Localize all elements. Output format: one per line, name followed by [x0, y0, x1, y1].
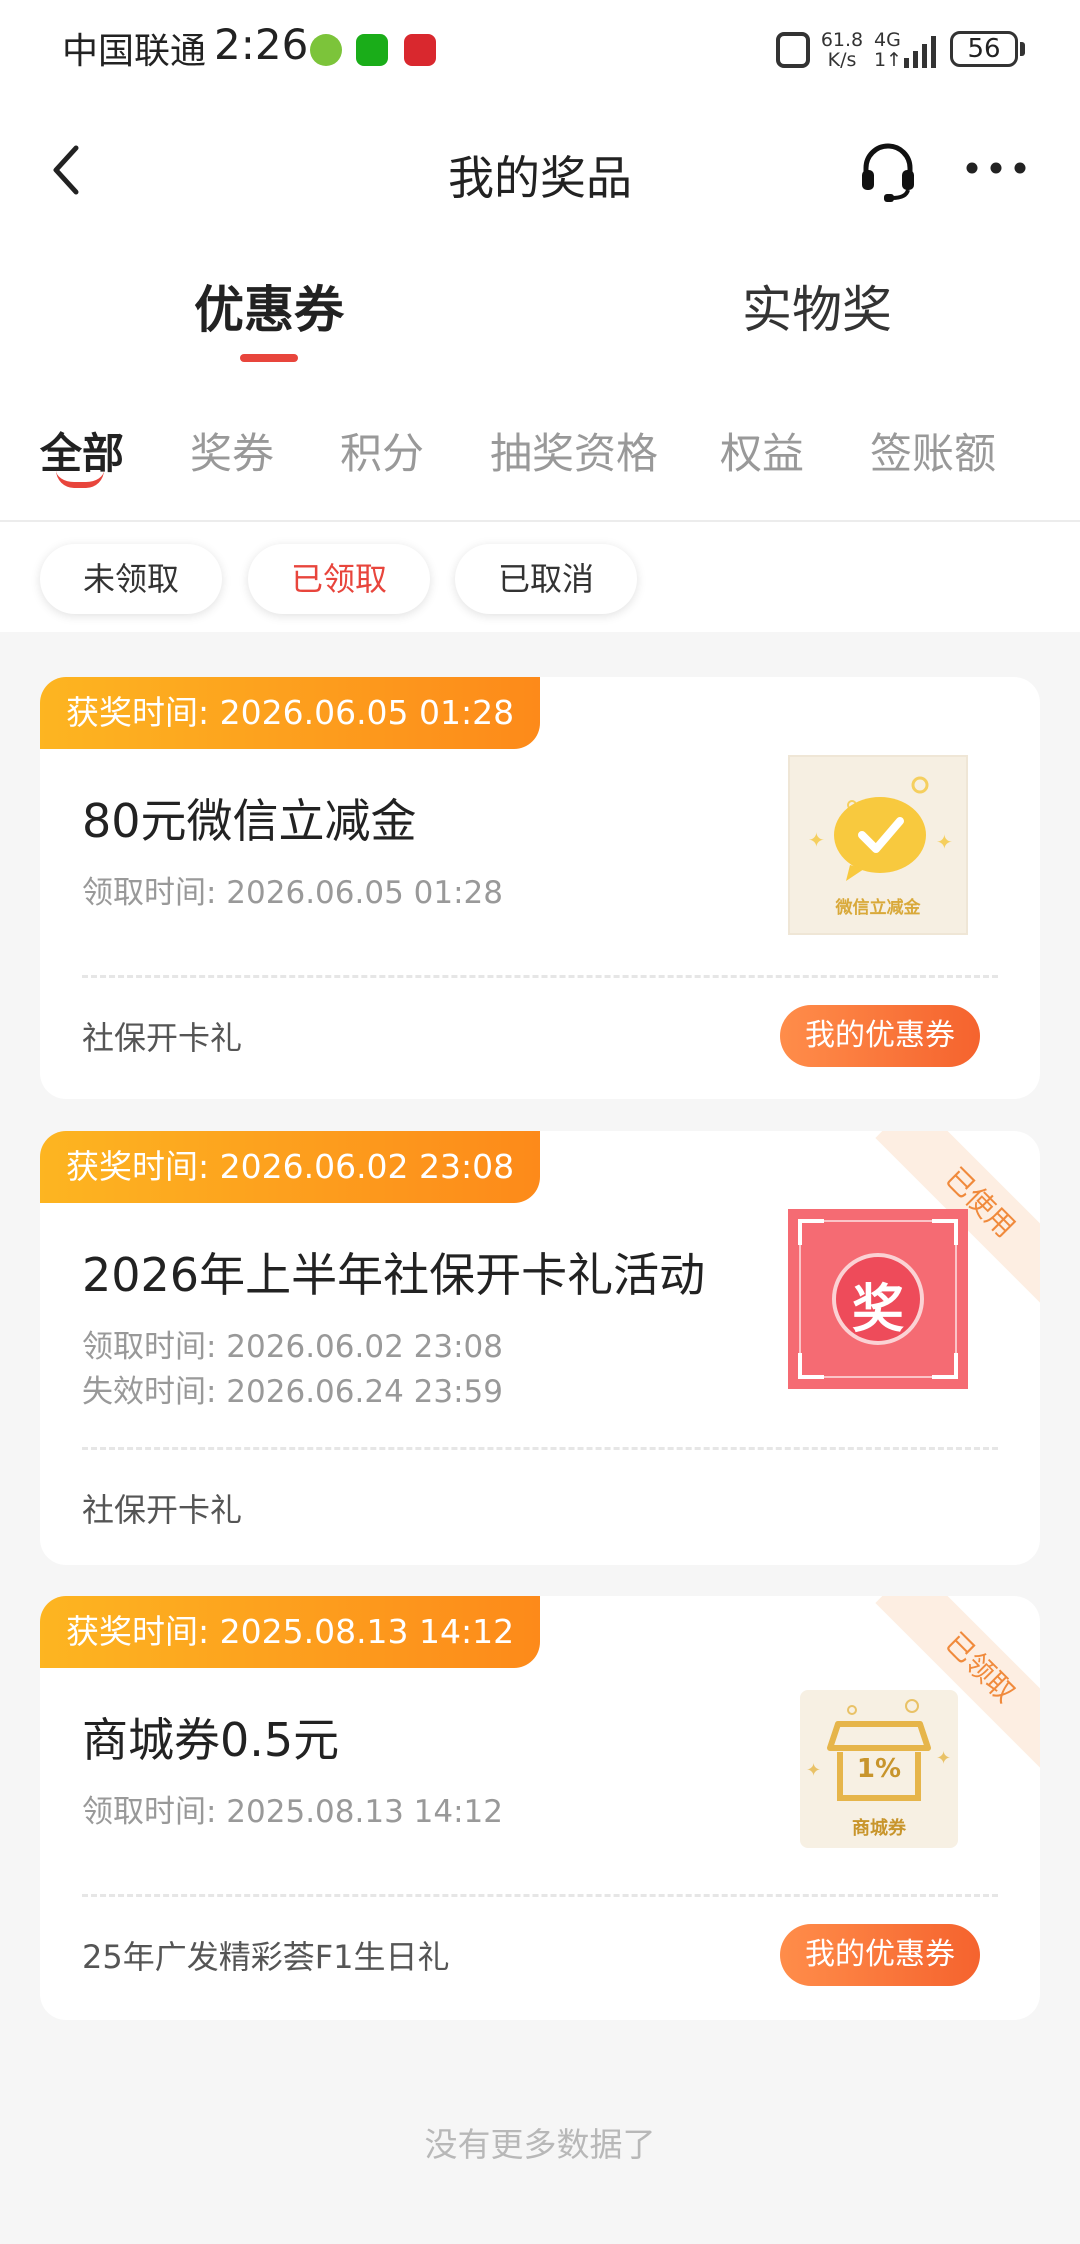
- filter-cancelled[interactable]: 已取消: [455, 544, 637, 614]
- thumbnail-percent: 1%: [846, 1754, 912, 1784]
- subtab-points[interactable]: 积分: [340, 420, 424, 481]
- main-tab-indicator: [240, 354, 298, 362]
- network-type: 4G 1↑: [874, 30, 902, 70]
- card-divider: [82, 975, 998, 978]
- svg-text:✦: ✦: [936, 1748, 951, 1769]
- my-coupons-button[interactable]: 我的优惠券: [780, 1005, 980, 1067]
- award-time-badge: 获奖时间: 2025.08.13 14:12: [40, 1596, 541, 1668]
- headset-icon: [862, 143, 914, 202]
- network-speed-value: 61.8: [820, 29, 864, 51]
- nfc-icon: [776, 32, 810, 68]
- prize-source: 25年广发精彩荟F1生日礼: [82, 1938, 450, 1976]
- page-title: 我的奖品: [448, 151, 632, 205]
- prize-card[interactable]: 获奖时间: 2026.06.05 01:28 80元微信立减金 领取时间: 20…: [40, 677, 1040, 1099]
- award-time-badge: 获奖时间: 2026.06.05 01:28: [40, 677, 541, 749]
- battery-level: 56: [950, 31, 1018, 67]
- storefront-icon: ✦ ✦: [806, 1699, 951, 1801]
- subtab-lottery-eligibility[interactable]: 抽奖资格: [490, 420, 658, 481]
- tab-coupons[interactable]: 优惠券: [194, 270, 344, 342]
- battery-icon: [1020, 42, 1025, 56]
- mall-coupon-thumbnail: ✦ ✦ 1% 商城券: [800, 1690, 958, 1848]
- claim-time: 领取时间: 2025.08.13 14:12: [82, 1794, 503, 1830]
- network-speed: 61.8 K/s: [820, 30, 864, 70]
- prize-source: 社保开卡礼: [82, 1019, 243, 1057]
- filter-unclaimed[interactable]: 未领取: [40, 544, 222, 614]
- subtab-spending-amount[interactable]: 签账额: [870, 420, 996, 481]
- carrier-name: 中国联通: [62, 31, 207, 72]
- prize-thumbnail: 奖: [788, 1209, 968, 1389]
- subtab-benefits[interactable]: 权益: [720, 420, 804, 481]
- eleme-notification-icon: [404, 34, 436, 66]
- prize-card[interactable]: 获奖时间: 2026.06.02 23:08 已使用 2026年上半年社保开卡礼…: [40, 1131, 1040, 1565]
- claim-time: 领取时间: 2026.06.05 01:28: [82, 875, 503, 911]
- network-type-label: 4G: [874, 29, 901, 51]
- network-speed-unit: K/s: [827, 49, 857, 71]
- card-divider: [82, 1447, 998, 1450]
- award-time-badge: 获奖时间: 2026.06.02 23:08: [40, 1131, 541, 1203]
- prize-card[interactable]: 获奖时间: 2025.08.13 14:12 已领取 商城券0.5元 领取时间:…: [40, 1596, 1040, 2020]
- more-dots-icon: [966, 162, 1026, 174]
- svg-text:✦: ✦: [806, 1760, 821, 1781]
- my-coupons-button[interactable]: 我的优惠券: [780, 1924, 980, 1986]
- network-activity: 1↑: [874, 49, 903, 71]
- wechat-coupon-thumbnail: ✦ ✦ 微信立减金: [788, 755, 968, 935]
- tabs-divider: [0, 520, 1080, 522]
- thumbnail-label: 微信立减金: [835, 898, 921, 918]
- settings-notification-icon: [310, 34, 342, 66]
- filter-claimed[interactable]: 已领取: [248, 544, 430, 614]
- expire-time: 失效时间: 2026.06.24 23:59: [82, 1374, 503, 1410]
- status-time: 2:26: [214, 20, 309, 69]
- prize-source: 社保开卡礼: [82, 1491, 243, 1529]
- subtab-vouchers[interactable]: 奖券: [190, 420, 274, 481]
- svg-text:✦: ✦: [936, 830, 953, 854]
- thumbnail-label: 商城券: [852, 1818, 906, 1839]
- more-button[interactable]: [962, 148, 1030, 188]
- wechat-notification-icon: [356, 34, 388, 66]
- prize-title: 80元微信立减金: [82, 794, 417, 848]
- signal-icon: [904, 36, 938, 68]
- prize-title: 商城券0.5元: [82, 1713, 340, 1767]
- claim-time: 领取时间: 2026.06.02 23:08: [82, 1329, 503, 1365]
- tab-physical-prizes[interactable]: 实物奖: [742, 270, 892, 342]
- status-bar: 中国联通 2:26 61.8 K/s 4G 1↑ 56: [0, 0, 1080, 100]
- wechat-pay-icon: ✦ ✦: [808, 776, 953, 881]
- prize-title: 2026年上半年社保开卡礼活动: [82, 1248, 706, 1302]
- svg-text:✦: ✦: [808, 828, 825, 852]
- card-divider: [82, 1894, 998, 1897]
- thumbnail-label: 奖: [851, 1280, 904, 1340]
- customer-service-button[interactable]: [858, 138, 918, 202]
- no-more-data-text: 没有更多数据了: [424, 2125, 656, 2164]
